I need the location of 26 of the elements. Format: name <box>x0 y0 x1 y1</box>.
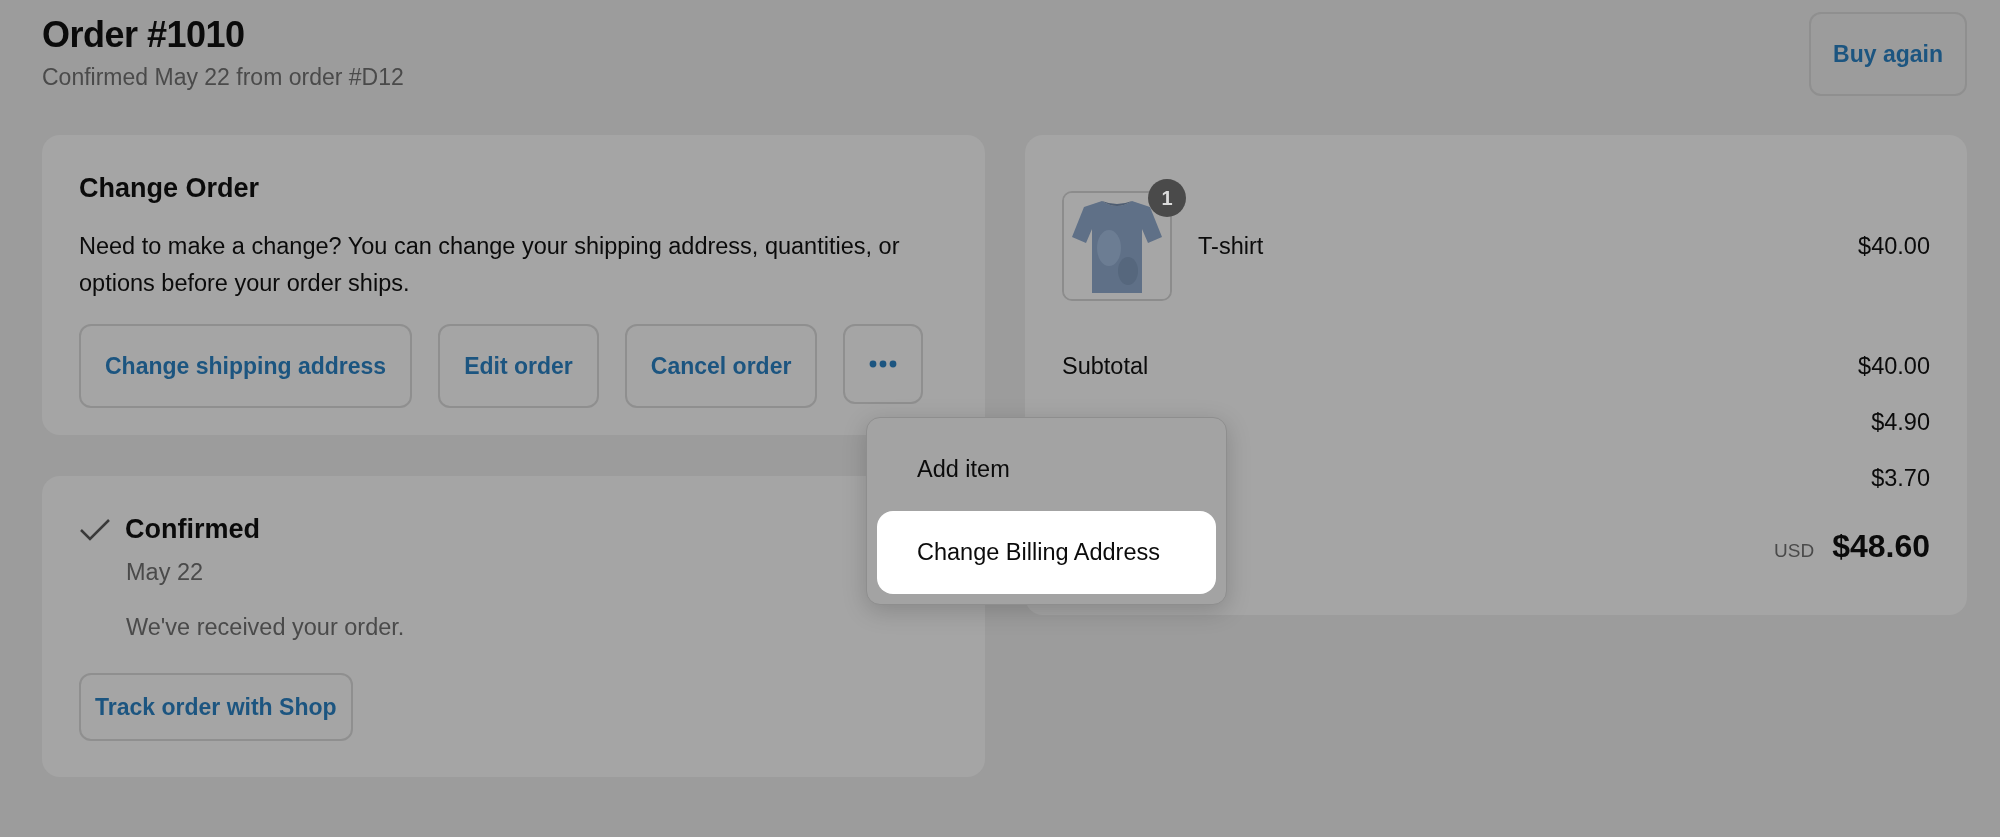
card-description: Need to make a change? You can change your shipping address, quantities, or options before your order ships. <box>79 232 901 298</box>
status-date: May 22 <box>126 559 205 586</box>
status-title: Confirmed <box>125 514 260 545</box>
page-subtitle: Confirmed May 22 from order #D12 <box>42 64 404 91</box>
menu-item[interactable]: Change Billing Address <box>877 511 1216 594</box>
total-amount: $48.60 <box>1832 528 1930 565</box>
product-name: T-shirt <box>1198 232 1265 260</box>
menu-item[interactable]: Add item <box>877 428 1216 511</box>
action-button[interactable]: Edit order <box>438 324 599 408</box>
summary-amount: $3.70 <box>1871 464 1930 492</box>
action-button[interactable]: Change shipping address <box>79 324 413 408</box>
more-button[interactable] <box>843 324 924 404</box>
product-price: $40.00 <box>1858 232 1930 260</box>
summary-amount: $4.90 <box>1871 408 1930 436</box>
status-message: We've received your order. <box>126 614 406 641</box>
action-button[interactable]: Cancel order <box>624 324 818 408</box>
quantity-badge: 1 <box>1148 179 1186 217</box>
check-icon <box>79 517 111 542</box>
buy-again-button[interactable]: Buy again <box>1809 12 1967 96</box>
track-order-button[interactable]: Track order with Shop <box>79 673 353 741</box>
currency-code: USD <box>1774 540 1815 562</box>
card-title: Change Order <box>79 173 261 204</box>
more-icon <box>869 360 898 368</box>
summary-amount: $40.00 <box>1858 352 1930 380</box>
page-title: Order #1010 <box>42 13 246 56</box>
summary-label: Subtotal <box>1062 352 1149 380</box>
